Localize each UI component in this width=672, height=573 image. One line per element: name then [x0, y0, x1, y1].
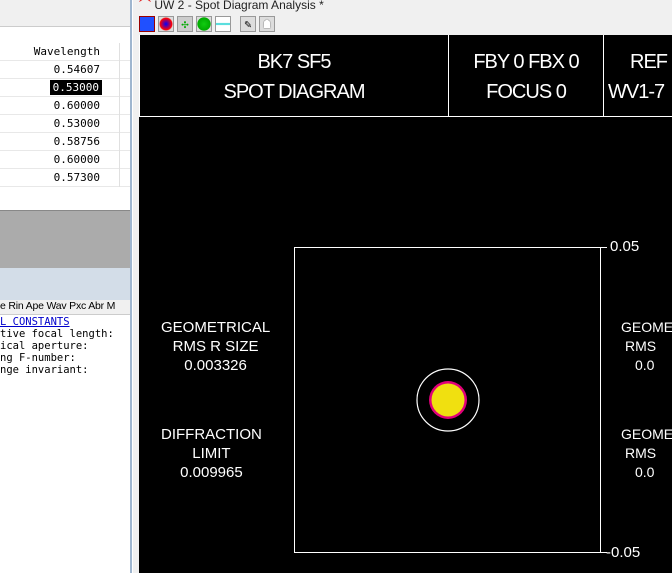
table-row[interactable]: 0.58756	[0, 133, 130, 151]
ghost-icon[interactable]: ☗	[259, 16, 275, 32]
window-title-text: UW 2 - Spot Diagram Analysis *	[154, 0, 324, 12]
table-row[interactable]: 0.53000	[0, 79, 130, 97]
spot-core	[431, 383, 465, 417]
table-row[interactable]: 0.60000	[0, 97, 130, 115]
empty-area	[0, 210, 130, 268]
wavelength-cell[interactable]: 0.53000	[54, 117, 100, 130]
output-line: ng F-number:	[0, 352, 76, 364]
panel-toolbar	[0, 0, 130, 27]
lens-data-panel: Wavelength 0.54607 0.53000 0.60000 0.530…	[0, 0, 132, 573]
wavelength-cell-selected[interactable]: 0.53000	[48, 79, 104, 96]
wavelength-cell[interactable]: 0.60000	[54, 153, 100, 166]
table-header: Wavelength	[0, 43, 130, 61]
output-text: L CONSTANTS tive focal length: ical aper…	[0, 316, 130, 376]
spot-plot-svg	[294, 247, 607, 553]
encircled-energy-icon[interactable]	[196, 16, 212, 32]
output-line: nge invariant:	[0, 364, 89, 376]
output-line: tive focal length:	[0, 328, 114, 340]
wavelength-cell[interactable]: 0.57300	[54, 171, 100, 184]
table-row[interactable]: 0.53000	[0, 115, 130, 133]
spot-diagram-plot: BK7 SF5 SPOT DIAGRAM FBY 0 FBX 0 FOCUS 0 R…	[139, 35, 672, 573]
ghost-foot-icon[interactable]: ✎	[240, 16, 256, 32]
table-row[interactable]: 0.57300	[0, 169, 130, 187]
output-line: ical aperture:	[0, 340, 89, 352]
table-row[interactable]: 0.60000	[0, 151, 130, 169]
toolbar: ✣ ✎ ☗	[139, 16, 275, 32]
spot-grid-icon[interactable]	[139, 16, 155, 32]
through-focus-icon[interactable]: ✣	[177, 16, 193, 32]
app-icon: ⌒	[139, 0, 152, 12]
splitter-bar[interactable]	[0, 268, 130, 300]
wavelength-cell[interactable]: 0.58756	[54, 135, 100, 148]
spot-pattern-icon[interactable]	[158, 16, 174, 32]
wavelength-cell[interactable]: 0.60000	[54, 99, 100, 112]
wavelength-header: Wavelength	[33, 45, 100, 58]
constants-link[interactable]: L CONSTANTS	[0, 316, 70, 328]
table-row[interactable]: 0.54607	[0, 61, 130, 79]
window-title: ⌒ UW 2 - Spot Diagram Analysis *	[139, 0, 324, 13]
curve-icon[interactable]	[215, 16, 231, 32]
output-tabs[interactable]: e Rin Ape Wav Pxc Abr M	[0, 300, 130, 315]
wavelength-table: Wavelength 0.54607 0.53000 0.60000 0.530…	[0, 43, 130, 187]
wavelength-cell[interactable]: 0.54607	[54, 63, 100, 76]
